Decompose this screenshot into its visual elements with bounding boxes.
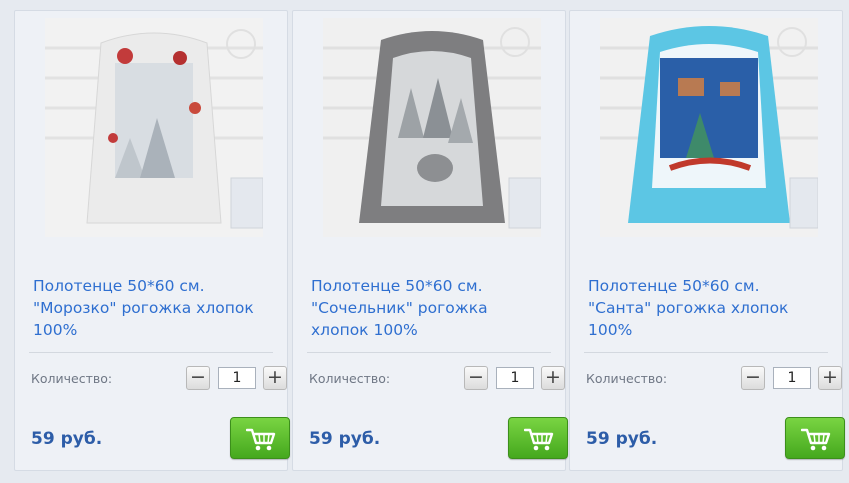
product-title-line: Полотенце 50*60 см. (588, 277, 760, 295)
product-title-line: 100% (33, 321, 78, 339)
quantity-label: Количество: (31, 371, 113, 386)
decrease-quantity-button[interactable]: − (186, 366, 210, 390)
add-to-cart-button[interactable] (230, 417, 290, 459)
quantity-stepper: − + (464, 366, 568, 390)
cart-icon (524, 428, 554, 451)
product-image[interactable] (600, 18, 818, 237)
product-image[interactable] (323, 18, 541, 237)
decrease-quantity-button[interactable]: − (741, 366, 765, 390)
increase-quantity-button[interactable]: + (263, 366, 287, 390)
product-image[interactable] (45, 18, 263, 237)
towel-sochelnik-image (323, 18, 541, 237)
product-title-line: Полотенце 50*60 см. (33, 277, 205, 295)
product-price: 59 руб. (309, 429, 381, 449)
increase-quantity-button[interactable]: + (818, 366, 842, 390)
add-to-cart-button[interactable] (785, 417, 845, 459)
product-card: Полотенце 50*60 см. "Сочельник" рогожка … (292, 10, 568, 471)
product-title-link[interactable]: Полотенце 50*60 см. "Сочельник" рогожка … (311, 275, 561, 341)
product-title-line: хлопок 100% (311, 321, 418, 339)
product-card: Полотенце 50*60 см. "Санта" рогожка хлоп… (569, 10, 845, 471)
product-card: Полотенце 50*60 см. "Морозко" рогожка хл… (14, 10, 290, 471)
product-title-line: "Санта" рогожка хлопок (588, 299, 789, 317)
divider (29, 352, 273, 353)
quantity-stepper: − + (741, 366, 845, 390)
divider (307, 352, 551, 353)
towel-morozko-image (45, 18, 263, 237)
product-price: 59 руб. (31, 429, 103, 449)
decrease-quantity-button[interactable]: − (464, 366, 488, 390)
quantity-input[interactable] (496, 367, 534, 389)
quantity-input[interactable] (218, 367, 256, 389)
towel-santa-image (600, 18, 818, 237)
product-title-link[interactable]: Полотенце 50*60 см. "Санта" рогожка хлоп… (588, 275, 838, 341)
increase-quantity-button[interactable]: + (541, 366, 565, 390)
divider (584, 352, 828, 353)
quantity-label: Количество: (309, 371, 391, 386)
product-title-line: "Морозко" рогожка хлопок (33, 299, 254, 317)
product-title-link[interactable]: Полотенце 50*60 см. "Морозко" рогожка хл… (33, 275, 283, 341)
quantity-label: Количество: (586, 371, 668, 386)
product-title-line: 100% (588, 321, 633, 339)
product-grid: Полотенце 50*60 см. "Морозко" рогожка хл… (0, 0, 849, 483)
product-title-line: "Сочельник" рогожка (311, 299, 488, 317)
product-title-line: Полотенце 50*60 см. (311, 277, 483, 295)
add-to-cart-button[interactable] (508, 417, 568, 459)
cart-icon (801, 428, 831, 451)
quantity-stepper: − + (186, 366, 290, 390)
product-price: 59 руб. (586, 429, 658, 449)
quantity-input[interactable] (773, 367, 811, 389)
cart-icon (246, 428, 276, 451)
